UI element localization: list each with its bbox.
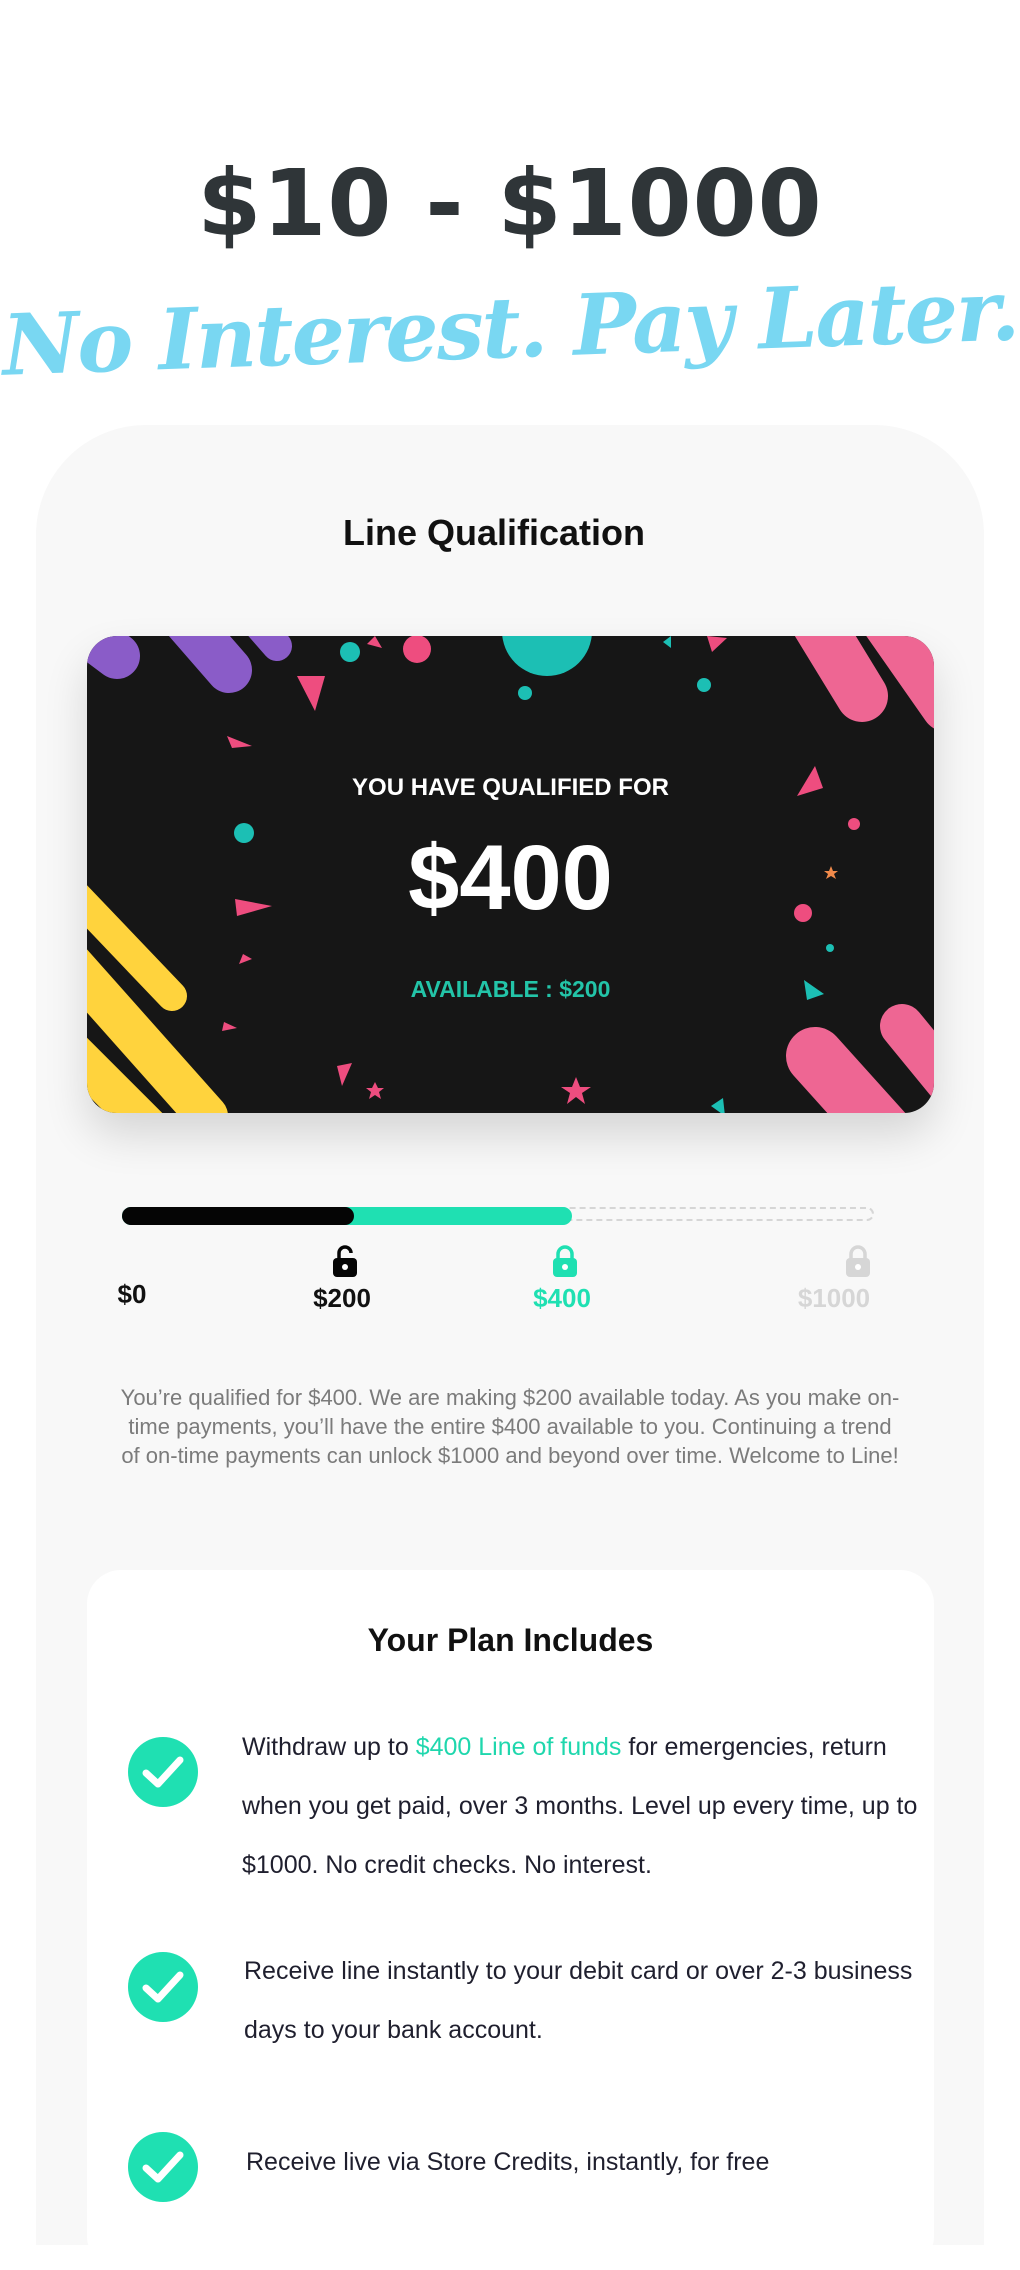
unlocked-lock-icon: [333, 1245, 357, 1277]
check-circle-icon: [128, 1737, 198, 1807]
tick-label-1000: $1000: [797, 1283, 871, 1313]
qualification-description: You’re qualified for $400. We are making…: [120, 1385, 900, 1468]
plan-item-debit-card: Receive line instantly to your debit car…: [244, 1942, 934, 2060]
tick-label-200: $200: [313, 1283, 371, 1313]
check-circle-icon: [128, 1952, 198, 2022]
qualified-amount: $400: [408, 827, 613, 929]
plan-item-text: Receive line instantly to your debit car…: [244, 1957, 913, 2044]
plan-item-text: Withdraw up to: [242, 1733, 416, 1761]
plan-item-store-credits: Receive live via Store Credits, instantl…: [246, 2133, 936, 2192]
qualified-eyebrow: YOU HAVE QUALIFIED FOR: [352, 774, 669, 801]
plan-item-text: Receive live via Store Credits, instantl…: [246, 2148, 770, 2176]
plan-card: Your Plan Includes Withdraw up to $400 L…: [87, 1570, 934, 2270]
plan-item-highlight: $400 Line of funds: [415, 1733, 622, 1761]
hero-amount-range: $10 - $1000: [197, 150, 823, 257]
tick-label-0: $0: [117, 1279, 147, 1309]
qualification-card: YOU HAVE QUALIFIED FOR $400 AVAILABLE : …: [87, 636, 934, 1113]
locked-lock-icon: [846, 1245, 870, 1277]
tick-label-400: $400: [533, 1283, 591, 1313]
available-amount: AVAILABLE : $200: [410, 976, 611, 1002]
hero-tagline: No Interest. Pay Later.: [0, 260, 1020, 395]
lock-icon: [553, 1245, 577, 1277]
page-title: Line Qualification: [342, 512, 646, 553]
plan-item-withdraw: Withdraw up to $400 Line of funds for em…: [242, 1718, 932, 1895]
check-circle-icon: [128, 2132, 198, 2202]
plan-title: Your Plan Includes: [367, 1622, 654, 1658]
progress-available-bar: [122, 1207, 354, 1225]
